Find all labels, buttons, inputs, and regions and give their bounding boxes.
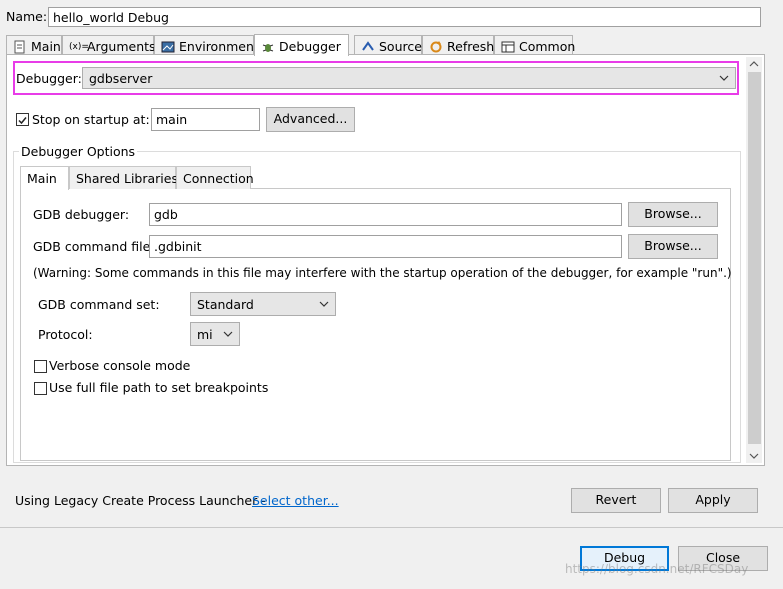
debugger-select-value: gdbserver: [89, 70, 153, 86]
full-file-path-checkbox[interactable]: [34, 382, 47, 395]
tab-label: Environment: [179, 39, 259, 54]
stop-on-startup-label: Stop on startup at:: [32, 112, 150, 127]
debugger-select[interactable]: gdbserver: [82, 67, 736, 89]
protocol-value: mi: [197, 326, 213, 342]
name-label: Name:: [6, 9, 48, 24]
checkmark-icon: [18, 117, 27, 125]
source-icon: [362, 40, 374, 51]
main-tab-icon: [14, 40, 25, 53]
browse-gdb-debugger-button[interactable]: Browse...: [628, 202, 718, 227]
subtab-connection[interactable]: Connection: [176, 166, 254, 189]
common-icon: [501, 41, 515, 52]
tab-debugger[interactable]: Debugger: [254, 34, 349, 56]
subtab-label: Shared Libraries: [76, 171, 178, 186]
tab-refresh[interactable]: Refresh: [422, 35, 494, 55]
stop-on-startup-input[interactable]: main: [151, 108, 260, 131]
protocol-select[interactable]: mi: [190, 322, 240, 346]
tab-arguments[interactable]: (x)= Arguments: [62, 35, 156, 55]
scrollbar-thumb[interactable]: [748, 72, 761, 444]
launcher-text: Using Legacy Create Process Launcher -: [15, 493, 266, 508]
tab-common[interactable]: Common: [494, 35, 576, 55]
gdb-command-file-input[interactable]: .gdbinit: [149, 235, 622, 258]
arguments-icon: (x)=: [69, 41, 89, 52]
subtab-label: Main: [27, 171, 57, 186]
protocol-label: Protocol:: [38, 327, 93, 342]
chevron-down-icon: [223, 331, 233, 337]
subtab-main[interactable]: Main: [20, 166, 69, 190]
tab-label: Common: [519, 39, 576, 54]
select-other-link[interactable]: Select other...: [252, 493, 339, 508]
stop-on-startup-checkbox[interactable]: [16, 113, 29, 126]
footer-separator: [0, 527, 783, 528]
debugger-options-label: Debugger Options: [19, 144, 138, 159]
gdb-command-file-label: GDB command file:: [33, 239, 155, 254]
gdb-debugger-label: GDB debugger:: [33, 207, 130, 222]
refresh-icon: [430, 40, 442, 52]
gdb-command-set-label: GDB command set:: [38, 297, 160, 312]
browse-gdb-command-file-button[interactable]: Browse...: [628, 234, 718, 259]
command-file-warning: (Warning: Some commands in this file may…: [33, 266, 732, 280]
debugger-label: Debugger:: [16, 71, 82, 86]
apply-button[interactable]: Apply: [668, 488, 758, 513]
gdb-command-set-select[interactable]: Standard: [190, 292, 336, 316]
configuration-name-input[interactable]: hello_world Debug: [48, 7, 761, 27]
tab-label: Arguments: [87, 39, 156, 54]
subtab-shared-libraries[interactable]: Shared Libraries: [69, 166, 178, 189]
chevron-down-icon: [719, 75, 729, 81]
debugger-bug-icon: [262, 43, 274, 52]
chevron-down-icon: [319, 301, 329, 307]
scroll-up-icon[interactable]: [749, 59, 759, 69]
gdb-debugger-input[interactable]: gdb: [149, 203, 622, 226]
tab-label: Refresh: [447, 39, 495, 54]
environment-icon: [161, 41, 175, 52]
tab-label: Main: [31, 39, 61, 54]
tab-main[interactable]: Main: [6, 35, 62, 55]
verbose-console-checkbox[interactable]: [34, 360, 47, 373]
revert-button[interactable]: Revert: [571, 488, 661, 513]
options-subpanel: [20, 188, 731, 461]
tab-source[interactable]: Source: [354, 35, 422, 55]
tab-label: Debugger: [279, 39, 341, 54]
tab-environment[interactable]: Environment: [154, 35, 259, 55]
scroll-down-icon[interactable]: [749, 451, 759, 461]
advanced-button[interactable]: Advanced...: [266, 107, 355, 132]
subtab-label: Connection: [183, 171, 254, 186]
gdb-command-set-value: Standard: [197, 296, 254, 312]
watermark-text: https://blog.csdn.net/RFCSDay: [565, 562, 749, 576]
verbose-console-label: Verbose console mode: [49, 358, 191, 373]
tab-label: Source: [379, 39, 422, 54]
full-file-path-label: Use full file path to set breakpoints: [49, 380, 269, 395]
